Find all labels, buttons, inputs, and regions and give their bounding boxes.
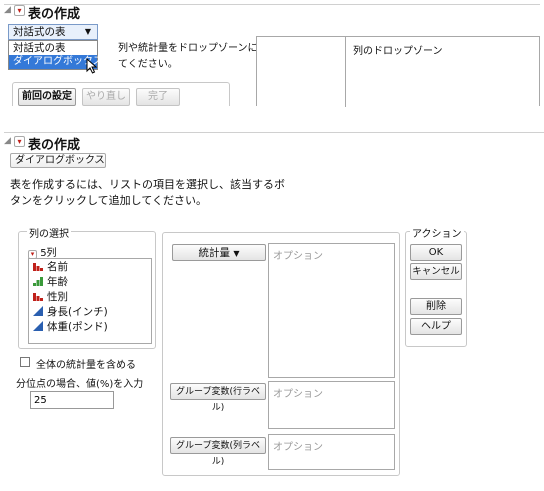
dropdown-arrow-icon: ▼	[84, 27, 91, 36]
list-item[interactable]: 年齢	[29, 275, 151, 290]
group-row-label-button[interactable]: グループ変数(行ラベル)	[170, 383, 266, 413]
top-header-bar	[4, 4, 540, 18]
red-triangle-menu-icon[interactable]: ▾	[14, 5, 25, 16]
mode-select[interactable]: 対話式の表 ▼	[8, 24, 98, 40]
statistics-button[interactable]: 統計量 ▼	[172, 244, 266, 261]
collapse-triangle-icon[interactable]: ◢	[4, 5, 11, 15]
list-item[interactable]: 身長(インチ)	[29, 305, 151, 320]
ok-button[interactable]: OK	[410, 244, 462, 261]
nominal-icon	[33, 263, 43, 271]
group-row-option-placeholder: オプション	[273, 389, 323, 400]
dialog-mode-select[interactable]: ダイアログボックス ⌄	[10, 153, 106, 168]
column-list[interactable]: 名前 年齢 性別 身長(インチ) 体重(ポンド)	[28, 258, 152, 344]
quantile-input[interactable]	[30, 391, 114, 409]
top-instruction-line1: 列や統計量をドロップゾーンにド	[118, 43, 268, 54]
continuous-icon	[33, 321, 43, 331]
quantile-label: 分位点の場合、値(%)を入力	[16, 379, 144, 390]
list-item[interactable]: 体重(ポンド)	[29, 320, 151, 335]
collapse-triangle-icon[interactable]: ◢	[4, 136, 11, 146]
column-drop-zone-label: 列のドロップゾーン	[353, 46, 443, 57]
mouse-cursor-icon	[86, 58, 98, 74]
dialog-instruction-line1: 表を作成するには、リストの項目を選択し、該当するボ	[10, 178, 285, 191]
group-row-drop-zone[interactable]: オプション	[268, 381, 395, 429]
help-button[interactable]: ヘルプ	[410, 318, 462, 335]
ordinal-icon	[33, 277, 43, 286]
mode-select-value: 対話式の表	[13, 26, 66, 38]
dialog-header-bar	[4, 132, 544, 146]
continuous-icon	[33, 306, 43, 316]
mode-dropdown-list: 対話式の表 ダイアログボックス	[8, 40, 103, 70]
top-instruction-line2: てください。	[118, 59, 178, 70]
red-triangle-menu-icon[interactable]: ▾	[14, 136, 25, 147]
list-item[interactable]: 性別	[29, 290, 151, 305]
statistics-option-placeholder: オプション	[273, 251, 323, 262]
group-column-label-button[interactable]: グループ変数(列ラベル)	[170, 437, 266, 467]
chevron-down-icon: ⌄	[93, 156, 100, 165]
dropdown-option-interactive[interactable]: 対話式の表	[9, 41, 97, 55]
done-button[interactable]: 完了	[136, 88, 180, 106]
dropdown-option-dialog[interactable]: ダイアログボックス	[9, 55, 103, 69]
include-total-label: 全体の統計量を含める	[36, 360, 136, 371]
top-panel-title: 表の作成	[28, 7, 81, 22]
dialog-instruction-line2: タンをクリックして追加してください。	[10, 194, 208, 207]
drop-zone-grid[interactable]: 列のドロップゾーン	[256, 36, 540, 107]
column-count-row[interactable]: ▾ 5列	[28, 244, 57, 259]
dialog-title: 表の作成	[28, 138, 81, 153]
cancel-button[interactable]: キャンセル	[410, 263, 462, 280]
group-column-drop-zone[interactable]: オプション	[268, 434, 395, 470]
nominal-icon	[33, 293, 43, 301]
redo-button[interactable]: やり直し	[82, 88, 130, 106]
remove-button[interactable]: 削除	[410, 298, 462, 315]
column-selection-title: 列の選択	[27, 225, 71, 240]
group-column-option-placeholder: オプション	[273, 442, 323, 453]
include-total-checkbox[interactable]	[20, 357, 30, 367]
statistics-drop-zone[interactable]: オプション	[268, 243, 395, 378]
previous-settings-button[interactable]: 前回の設定	[18, 88, 76, 106]
dialog-mode-select-value: ダイアログボックス	[15, 155, 105, 166]
list-item[interactable]: 名前	[29, 260, 151, 275]
actions-title: アクション	[410, 225, 464, 240]
dropdown-arrow-icon: ▼	[233, 249, 240, 258]
